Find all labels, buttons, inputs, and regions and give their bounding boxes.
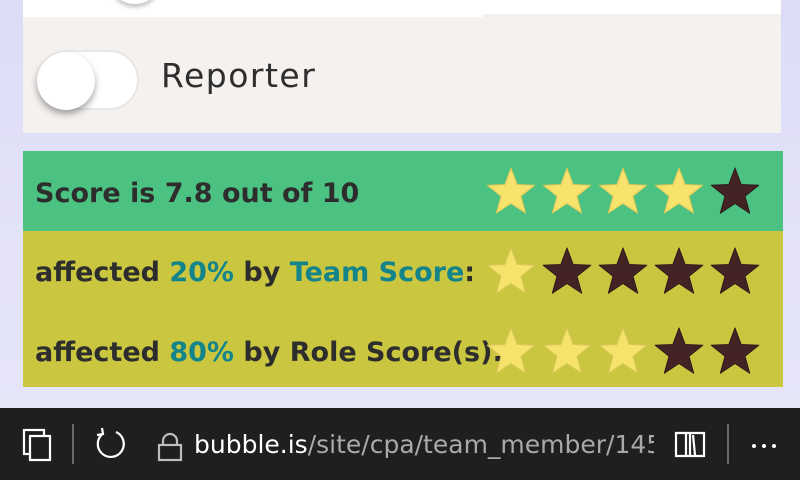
reading-view-icon[interactable] xyxy=(672,426,708,462)
previous-card xyxy=(23,0,781,17)
score-stars xyxy=(485,166,765,218)
role-stars xyxy=(485,326,765,378)
refresh-icon[interactable] xyxy=(92,426,128,462)
role-middle: by Role Score(s): xyxy=(234,337,504,368)
star-empty-icon xyxy=(710,327,760,374)
star-filled-icon xyxy=(486,167,536,214)
team-percent: 20% xyxy=(169,257,234,288)
star-empty-icon xyxy=(654,327,704,374)
star-empty-icon xyxy=(710,247,760,294)
star-empty-icon xyxy=(654,247,704,294)
tabs-icon[interactable] xyxy=(20,426,56,462)
address-bar[interactable]: bubble.is/site/cpa/team_member/145375066… xyxy=(194,430,654,462)
star-empty-icon xyxy=(542,247,592,294)
star-empty-icon xyxy=(710,167,760,214)
star-filled-icon xyxy=(654,167,704,214)
previous-toggle-knob[interactable] xyxy=(113,0,157,4)
team-affect-text: affected 20% by Team Score: xyxy=(35,257,475,288)
lock-icon xyxy=(157,432,183,462)
toolbar-separator xyxy=(727,424,729,464)
score-panel: Score is 7.8 out of 10 affected 20% by T… xyxy=(23,151,783,387)
team-score-link[interactable]: Team Score xyxy=(290,257,465,288)
url-host: bubble.is xyxy=(194,430,308,459)
url-path: /site/cpa/team_member/1453750660 xyxy=(307,430,654,459)
team-suffix: : xyxy=(464,257,476,288)
toolbar-separator xyxy=(72,424,74,464)
star-filled-icon xyxy=(598,327,648,374)
team-middle: by xyxy=(234,257,290,288)
team-prefix: affected xyxy=(35,257,170,288)
more-icon[interactable] xyxy=(746,426,782,462)
star-filled-icon xyxy=(598,167,648,214)
reporter-label: Reporter xyxy=(161,56,317,95)
role-prefix: affected xyxy=(35,337,170,368)
team-stars xyxy=(485,246,765,298)
score-text: Score is 7.8 out of 10 xyxy=(35,178,360,209)
role-percent: 80% xyxy=(169,337,234,368)
browser-bottom-bar: bubble.is/site/cpa/team_member/145375066… xyxy=(0,408,800,480)
role-affect-text: affected 80% by Role Score(s): xyxy=(35,337,503,368)
toggle-knob[interactable] xyxy=(37,52,95,110)
star-filled-icon xyxy=(486,247,536,294)
star-empty-icon xyxy=(598,247,648,294)
star-filled-icon xyxy=(542,327,592,374)
star-filled-icon xyxy=(486,327,536,374)
star-filled-icon xyxy=(542,167,592,214)
reporter-toggle[interactable] xyxy=(37,50,139,110)
